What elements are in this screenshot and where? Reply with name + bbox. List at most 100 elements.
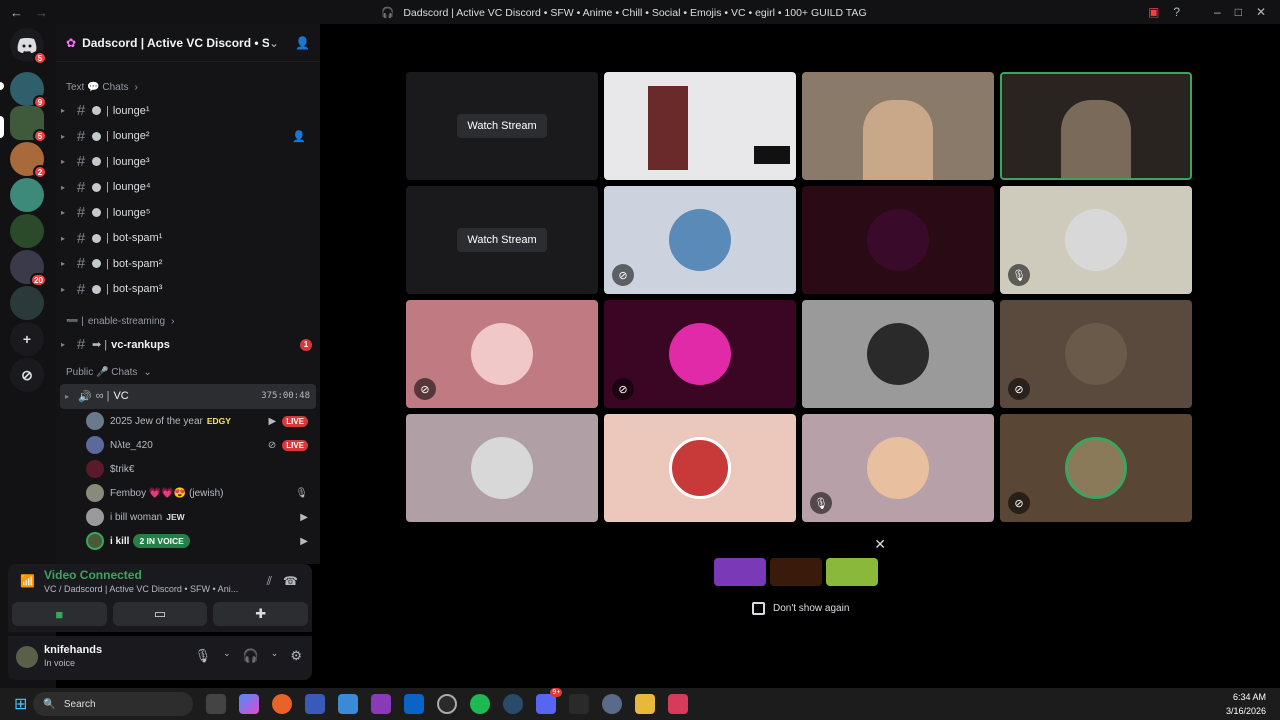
channel-lounge-3[interactable]: ▸ # | lounge³ <box>56 149 320 175</box>
discover-button[interactable]: ⊘ <box>10 358 44 392</box>
video-tile-speaking[interactable] <box>1000 72 1192 180</box>
server-icon[interactable] <box>10 214 44 248</box>
channel-sidebar: ✿ Dadscord | Active VC Discord • S... ⌄ … <box>56 24 320 564</box>
inbox-icon[interactable]: ▣ <box>1148 5 1159 19</box>
promo-image[interactable] <box>714 558 766 586</box>
disconnect-icon[interactable]: ☎ <box>283 574 298 588</box>
screen-share-tile[interactable] <box>604 72 796 180</box>
audio-mixer-icon[interactable] <box>569 694 590 714</box>
taskbar-search[interactable]: 🔍 Search <box>33 692 194 716</box>
minimize-button[interactable]: – <box>1214 5 1221 19</box>
user-tile[interactable]: 🎙 <box>1000 186 1192 294</box>
watch-stream-button[interactable]: Watch Stream <box>457 114 547 138</box>
user-tile[interactable]: ⊘ <box>604 300 796 408</box>
channel-bot-spam-1[interactable]: ▸ # | bot-spam¹ <box>56 226 320 252</box>
voice-user[interactable]: 2025 Jew of the year EDGY ▶ LIVE <box>56 409 320 433</box>
stream-preview <box>754 146 790 164</box>
channel-lounge-1[interactable]: ▸ # | lounge¹ <box>56 98 320 124</box>
copilot-icon[interactable] <box>239 694 260 714</box>
close-icon[interactable]: ✕ <box>874 536 886 553</box>
channel-lounge-4[interactable]: ▸ # | lounge⁴ <box>56 175 320 201</box>
camera-button[interactable]: ■ <box>12 602 107 626</box>
activities-button[interactable]: ✚ <box>213 602 309 626</box>
channel-vc-rankups[interactable]: ▸ # ➡ | vc-rankups 1 <box>56 332 320 358</box>
server-icon[interactable] <box>10 178 44 212</box>
steam-icon[interactable] <box>503 694 524 714</box>
voice-channel-path[interactable]: VC / Dadscord | Active VC Discord • SFW … <box>44 584 244 594</box>
close-window-button[interactable]: ✕ <box>1256 5 1266 19</box>
user-name[interactable]: knifehands <box>44 644 102 656</box>
voice-status[interactable]: Video Connected <box>44 568 142 582</box>
user-tile[interactable]: ⊘ <box>406 300 598 408</box>
snipping-tool-icon[interactable] <box>668 694 689 714</box>
voice-user[interactable]: i bill woman JEW ▶ <box>56 505 320 529</box>
promo-image[interactable] <box>826 558 878 586</box>
dont-show-again[interactable]: Don't show again <box>752 602 849 615</box>
guild-header[interactable]: ✿ Dadscord | Active VC Discord • S... ⌄ … <box>56 24 320 62</box>
category-enable-streaming[interactable]: ➖ | enable-streaming › <box>56 310 320 332</box>
user-tile[interactable] <box>802 186 994 294</box>
user-tile[interactable]: ⊘ <box>604 186 796 294</box>
back-arrow-icon[interactable]: ← <box>10 5 23 20</box>
add-server-button[interactable]: + <box>10 322 44 356</box>
channel-bot-spam-2[interactable]: ▸ # | bot-spam² <box>56 251 320 277</box>
voice-user[interactable]: $trik€ <box>56 457 320 481</box>
user-tile[interactable] <box>406 414 598 522</box>
chrome-icon[interactable] <box>437 694 458 714</box>
category-public-chats[interactable]: Public 🎤 Chats ⌄ <box>56 362 320 384</box>
avatar[interactable] <box>16 646 38 668</box>
promo-image[interactable] <box>770 558 822 586</box>
voice-channel-vc[interactable]: ▸ 🔊 ∞ | VC 375:00:48 <box>60 383 316 409</box>
direct-messages-button[interactable]: 5 <box>10 28 47 65</box>
voice-user[interactable]: Femboy 💗💗😍 (jewish) 🎙 <box>56 481 320 505</box>
checkbox[interactable] <box>752 602 765 615</box>
notepad-icon[interactable] <box>338 694 359 714</box>
spotify-icon[interactable] <box>470 694 491 714</box>
live-badge: LIVE <box>282 415 308 427</box>
user-tile[interactable] <box>802 300 994 408</box>
settings-icon[interactable] <box>602 694 623 714</box>
task-view-icon[interactable] <box>206 694 227 714</box>
watch-stream-button[interactable]: Watch Stream <box>457 228 547 252</box>
server-icon[interactable]: 20 <box>10 250 47 287</box>
stream-tile[interactable]: Watch Stream <box>406 186 598 294</box>
voice-user[interactable]: i kill 2 IN VOICE ▶ <box>56 529 320 553</box>
discord-icon[interactable]: 9+ <box>536 688 563 714</box>
taskbar: ⊞ 🔍 Search 9+ 6:34 AM 3/16/2026 <box>0 688 1280 720</box>
invite-people-icon[interactable]: 👤 <box>295 36 310 50</box>
user-tile[interactable] <box>604 414 796 522</box>
voice-user[interactable]: Nλte_420 ⊘ LIVE <box>56 433 320 457</box>
firefox-icon[interactable] <box>272 694 293 714</box>
chevron-down-icon[interactable]: ⌄ <box>271 648 279 664</box>
channel-lounge-5[interactable]: ▸ # | lounge⁵ <box>56 200 320 226</box>
user-tile[interactable]: ⊘ <box>1000 414 1192 522</box>
create-invite-icon[interactable]: 👤 <box>292 130 306 143</box>
server-icon[interactable]: 2 <box>10 142 47 179</box>
channel-bot-spam-3[interactable]: ▸ # | bot-spam³ <box>56 277 320 303</box>
headphones-icon[interactable]: 🎧 <box>243 648 259 664</box>
server-icon[interactable]: 5 <box>10 106 47 143</box>
chevron-down-icon[interactable]: ⌄ <box>223 648 231 664</box>
video-tile[interactable] <box>802 72 994 180</box>
stream-tile[interactable]: Watch Stream <box>406 72 598 180</box>
windows-start-icon[interactable]: ⊞ <box>14 694 27 714</box>
screen-share-button[interactable]: ▭ <box>112 602 208 626</box>
noise-suppression-icon[interactable]: ⫽ <box>267 574 272 589</box>
system-clock[interactable]: 6:34 AM 3/16/2026 <box>1226 690 1266 718</box>
app-icon[interactable] <box>305 694 326 714</box>
voice-count-badge: 2 IN VOICE <box>133 534 190 548</box>
outlook-icon[interactable] <box>404 694 425 714</box>
server-icon[interactable]: 9 <box>10 72 47 109</box>
forward-arrow-icon[interactable]: → <box>35 5 48 20</box>
user-tile[interactable]: ⊘ <box>1000 300 1192 408</box>
file-explorer-icon[interactable] <box>635 694 656 714</box>
category-text-chats[interactable]: Text 💬 Chats › <box>56 76 320 98</box>
help-icon[interactable]: ? <box>1173 5 1180 19</box>
server-icon[interactable] <box>10 286 44 320</box>
user-tile[interactable]: 🎙 <box>802 414 994 522</box>
clapper-icon[interactable] <box>371 694 392 714</box>
gear-icon[interactable]: ⚙ <box>290 648 302 664</box>
maximize-button[interactable]: □ <box>1235 5 1242 19</box>
microphone-icon[interactable]: 🎙 <box>195 648 212 664</box>
channel-lounge-2[interactable]: ▸ # | lounge² 👤 <box>56 124 320 150</box>
